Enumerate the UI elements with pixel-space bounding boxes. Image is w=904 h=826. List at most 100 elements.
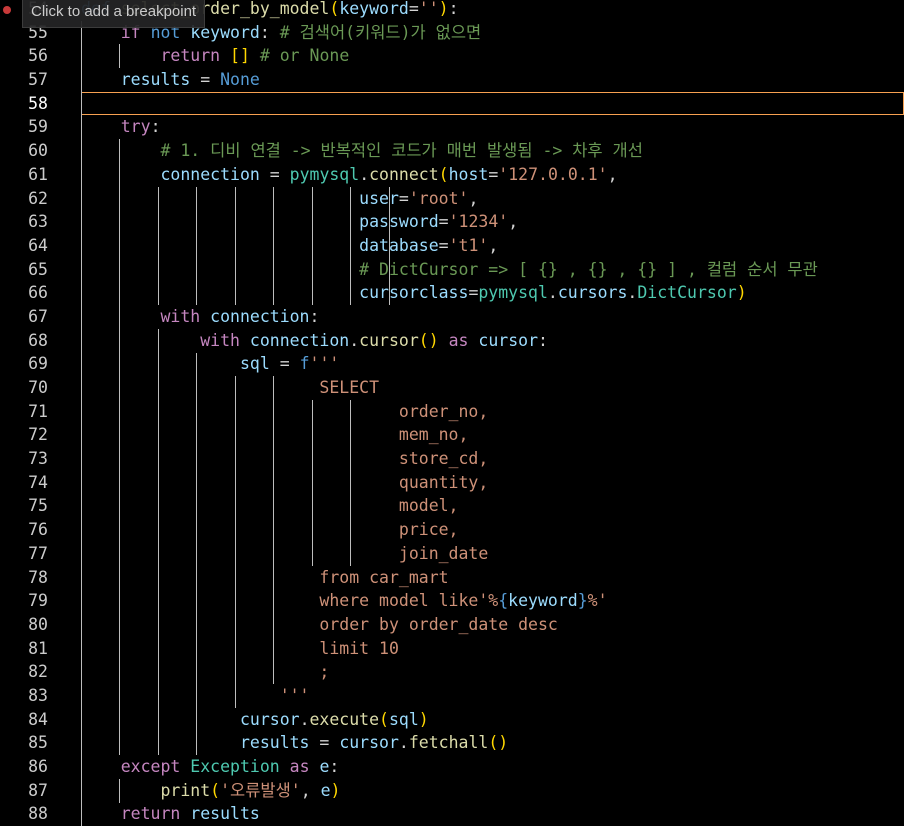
line-number[interactable]: 86 bbox=[0, 755, 48, 779]
breakpoint-hint-icon[interactable] bbox=[3, 6, 11, 14]
line-number[interactable]: 73 bbox=[0, 447, 48, 471]
code-token: = bbox=[259, 164, 290, 184]
code-line[interactable]: 87 print('오류발생', e) bbox=[0, 779, 904, 803]
code-text: limit 10 bbox=[81, 637, 398, 661]
code-token: : bbox=[150, 117, 161, 137]
code-line[interactable]: 72 mem_no, bbox=[0, 423, 904, 447]
line-number[interactable]: 64 bbox=[0, 234, 48, 258]
code-line[interactable]: 61 connection = pymysql.connect(host='12… bbox=[0, 163, 904, 187]
code-token: with bbox=[160, 306, 211, 326]
code-line[interactable]: 73 store_cd, bbox=[0, 447, 904, 471]
code-line[interactable]: 81 limit 10 bbox=[0, 637, 904, 661]
code-text: return results bbox=[81, 802, 260, 826]
code-token: cursor bbox=[359, 330, 419, 350]
line-number[interactable]: 57 bbox=[0, 68, 48, 92]
code-line[interactable]: 71 order_no, bbox=[0, 400, 904, 424]
line-number[interactable]: 80 bbox=[0, 613, 48, 637]
line-number[interactable]: 58 bbox=[0, 92, 48, 116]
line-number[interactable]: 72 bbox=[0, 423, 48, 447]
code-token: . bbox=[627, 283, 638, 303]
code-line[interactable]: 74 quantity, bbox=[0, 471, 904, 495]
line-number[interactable]: 66 bbox=[0, 281, 48, 305]
code-line[interactable]: 56 return [] # or None bbox=[0, 44, 904, 68]
code-line[interactable]: 66 cursorclass=pymysql.cursors.DictCurso… bbox=[0, 281, 904, 305]
code-line[interactable]: 69 sql = f''' bbox=[0, 352, 904, 376]
code-line[interactable]: 67 with connection: bbox=[0, 305, 904, 329]
code-line[interactable]: 58 bbox=[0, 91, 904, 116]
line-number[interactable]: 69 bbox=[0, 352, 48, 376]
code-line[interactable]: 82 ; bbox=[0, 660, 904, 684]
line-number[interactable]: 65 bbox=[0, 258, 48, 282]
code-line[interactable]: 70 SELECT bbox=[0, 376, 904, 400]
code-line[interactable]: 83 ''' bbox=[0, 684, 904, 708]
line-number[interactable]: 68 bbox=[0, 329, 48, 353]
code-line[interactable]: 80 order by order_date desc bbox=[0, 613, 904, 637]
code-token: pymysql bbox=[289, 164, 360, 184]
line-number[interactable]: 79 bbox=[0, 589, 48, 613]
line-number[interactable]: 62 bbox=[0, 187, 48, 211]
code-line[interactable]: 78 from car_mart bbox=[0, 566, 904, 590]
line-number[interactable]: 82 bbox=[0, 660, 48, 684]
line-number[interactable]: 84 bbox=[0, 708, 48, 732]
code-token: 'root' bbox=[408, 188, 469, 208]
code-line[interactable]: 76 price, bbox=[0, 518, 904, 542]
code-text: sql = f''' bbox=[81, 352, 339, 376]
line-number[interactable]: 67 bbox=[0, 305, 48, 329]
code-token: # or None bbox=[259, 46, 350, 66]
code-line[interactable]: 68 with connection.cursor() as cursor: bbox=[0, 329, 904, 353]
line-number[interactable]: 71 bbox=[0, 400, 48, 424]
code-line[interactable]: 63 password='1234', bbox=[0, 210, 904, 234]
code-line[interactable]: 88 return results bbox=[0, 802, 904, 826]
line-number[interactable]: 74 bbox=[0, 471, 48, 495]
line-number[interactable]: 87 bbox=[0, 779, 48, 803]
line-number[interactable]: 83 bbox=[0, 684, 48, 708]
code-line[interactable]: 65 # DictCursor => [ {} , {} , {} ] , 컬럼… bbox=[0, 258, 904, 282]
code-token: , bbox=[488, 235, 499, 255]
line-number[interactable]: 88 bbox=[0, 802, 48, 826]
code-text: try: bbox=[81, 115, 161, 139]
code-token: '' bbox=[418, 0, 439, 18]
line-number[interactable]: 60 bbox=[0, 139, 48, 163]
line-number[interactable]: 70 bbox=[0, 376, 48, 400]
line-number[interactable]: 77 bbox=[0, 542, 48, 566]
code-line[interactable]: 75 model, bbox=[0, 494, 904, 518]
line-number[interactable]: 76 bbox=[0, 518, 48, 542]
line-number[interactable]: 61 bbox=[0, 163, 48, 187]
code-line[interactable]: 59 try: bbox=[0, 115, 904, 139]
line-number[interactable]: 59 bbox=[0, 115, 48, 139]
code-token: '127.0.0.1' bbox=[498, 164, 608, 184]
line-number[interactable]: 81 bbox=[0, 637, 48, 661]
code-token: cursors bbox=[557, 283, 628, 303]
code-line[interactable]: 62 user='root', bbox=[0, 187, 904, 211]
code-line[interactable]: 77 join_date bbox=[0, 542, 904, 566]
code-line[interactable]: 85 results = cursor.fetchall() bbox=[0, 731, 904, 755]
code-line[interactable]: 84 cursor.execute(sql) bbox=[0, 708, 904, 732]
code-token: [] bbox=[230, 46, 250, 66]
line-number[interactable]: 85 bbox=[0, 731, 48, 755]
line-number[interactable]: 63 bbox=[0, 210, 48, 234]
line-number[interactable]: 75 bbox=[0, 494, 48, 518]
code-text: mem_no, bbox=[81, 423, 469, 447]
code-line[interactable]: 60 # 1. 디비 연결 -> 반복적인 코드가 매번 발생됨 -> 차후 개… bbox=[0, 139, 904, 163]
code-text: quantity, bbox=[81, 471, 488, 495]
code-line[interactable]: 79 where model like'%{keyword}%' bbox=[0, 589, 904, 613]
code-token: ( bbox=[379, 709, 389, 729]
code-token: : bbox=[329, 757, 340, 776]
code-editor[interactable]: 54def select_order_by_model(keyword=''):… bbox=[0, 0, 904, 826]
code-token: '1234' bbox=[448, 212, 509, 232]
line-number[interactable]: 78 bbox=[0, 566, 48, 590]
code-text: store_cd, bbox=[81, 447, 488, 471]
code-line[interactable]: 57 results = None bbox=[0, 68, 904, 92]
code-line[interactable]: 86 except Exception as e: bbox=[0, 755, 904, 779]
code-token: . bbox=[349, 330, 360, 350]
line-number[interactable]: 56 bbox=[0, 44, 48, 68]
code-line[interactable]: 64 database='t1', bbox=[0, 234, 904, 258]
